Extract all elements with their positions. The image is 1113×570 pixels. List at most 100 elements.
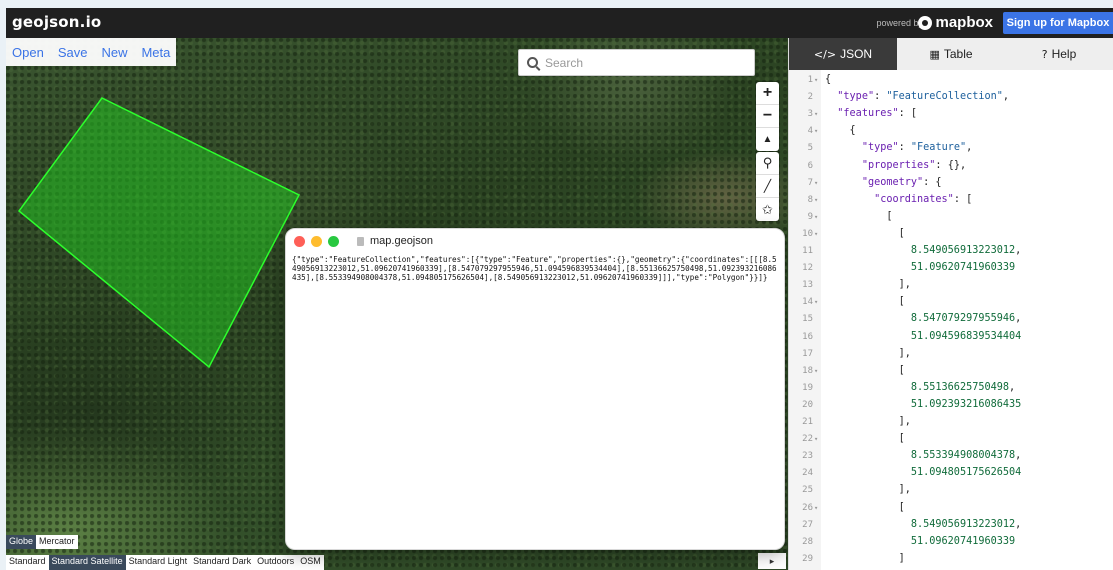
- editor-line[interactable]: 12 51.09620741960339: [789, 260, 1113, 277]
- tab-table[interactable]: ▦ Table: [897, 38, 1005, 70]
- style-osm[interactable]: OSM: [297, 555, 324, 570]
- search-input[interactable]: [545, 55, 735, 70]
- line-number: 18: [802, 365, 813, 376]
- file-content[interactable]: {"type":"FeatureCollection","features":[…: [286, 253, 784, 284]
- style-outdoors[interactable]: Outdoors: [254, 555, 298, 570]
- editor-line[interactable]: 10 ▾ [: [789, 226, 1113, 243]
- editor-line[interactable]: 3 ▾ "features": [: [789, 106, 1113, 123]
- panel-tabs: </> JSON ▦ Table? Help: [789, 38, 1113, 70]
- fold-toggle-icon[interactable]: ▾: [814, 179, 818, 187]
- fold-toggle-icon[interactable]: ▾: [814, 76, 818, 84]
- compass-button[interactable]: ▲: [756, 128, 779, 151]
- editor-line[interactable]: 21 ],: [789, 414, 1113, 431]
- editor-line[interactable]: 20 51.092393216086435: [789, 397, 1113, 414]
- editor-line[interactable]: 29 ]: [789, 551, 1113, 568]
- fold-toggle-icon[interactable]: ▾: [814, 298, 818, 306]
- style-standard[interactable]: Standard: [6, 555, 49, 570]
- line-number: 23: [802, 451, 813, 462]
- line-number: 20: [802, 399, 813, 410]
- menu-meta[interactable]: Meta: [141, 45, 170, 60]
- json-editor[interactable]: 1 ▾{2 "type": "FeatureCollection", 3 ▾ "fea…: [789, 70, 1113, 570]
- fold-toggle-icon[interactable]: ▾: [814, 230, 818, 238]
- line-number: 13: [802, 280, 813, 291]
- editor-line[interactable]: 6 "properties": {},: [789, 158, 1113, 175]
- draw-polygon-button[interactable]: ✩: [756, 198, 779, 221]
- app-logo[interactable]: geojson.io: [12, 13, 101, 31]
- style-standard-dark[interactable]: Standard Dark: [190, 555, 255, 570]
- editor-line[interactable]: 28 51.09620741960339: [789, 534, 1113, 551]
- editor-line[interactable]: 11 8.549056913223012,: [789, 243, 1113, 260]
- editor-line[interactable]: 18 ▾ [: [789, 363, 1113, 380]
- line-number: 24: [802, 468, 813, 479]
- editor-line[interactable]: 14 ▾ [: [789, 294, 1113, 311]
- editor-line[interactable]: 2 "type": "FeatureCollection",: [789, 89, 1113, 106]
- search-box[interactable]: [518, 49, 755, 76]
- zoom-out-button[interactable]: −: [756, 105, 779, 128]
- tab-json[interactable]: </> JSON: [789, 38, 897, 70]
- editor-line[interactable]: 1 ▾ {: [789, 72, 1113, 89]
- style-standard-satellite[interactable]: Standard Satellite: [48, 555, 126, 570]
- fold-toggle-icon[interactable]: ▾: [814, 127, 818, 135]
- mapbox-logo[interactable]: mapbox: [918, 14, 993, 31]
- draw-line-button[interactable]: ╱: [756, 175, 779, 198]
- editor-line[interactable]: 22 ▾ [: [789, 431, 1113, 448]
- menu-new[interactable]: New: [101, 45, 127, 60]
- menu-open[interactable]: Open: [12, 45, 44, 60]
- line-number: 28: [802, 536, 813, 547]
- drawn-polygon[interactable]: [17, 97, 301, 369]
- code-text: [: [825, 433, 905, 445]
- line-number: 15: [802, 314, 813, 325]
- editor-line[interactable]: 16 51.094596839534404: [789, 329, 1113, 346]
- editor-line[interactable]: 17 ],: [789, 346, 1113, 363]
- expand-button[interactable]: ▸: [758, 553, 786, 569]
- draw-point-button[interactable]: ⚲: [756, 152, 779, 175]
- line-number: 29: [802, 553, 813, 564]
- maximize-dot-icon[interactable]: [328, 235, 339, 247]
- editor-line[interactable]: 4 ▾ {: [789, 123, 1113, 140]
- window-title: map.geojson: [370, 235, 433, 247]
- file-menu: Open Save New Meta: [6, 38, 177, 66]
- editor-line[interactable]: 13 ],: [789, 277, 1113, 294]
- fold-toggle-icon[interactable]: ▾: [814, 504, 818, 512]
- projection-globe[interactable]: Globe: [6, 535, 37, 549]
- style-standard-light[interactable]: Standard Light: [125, 555, 191, 570]
- line-number: 1: [807, 75, 813, 85]
- minimize-dot-icon[interactable]: [311, 235, 322, 247]
- zoom-in-button[interactable]: +: [756, 82, 779, 105]
- code-text: {: [825, 74, 832, 85]
- fold-toggle-icon[interactable]: ▾: [814, 196, 818, 204]
- editor-line[interactable]: 8 ▾ "coordinates": [: [789, 192, 1113, 209]
- code-text: 8.549056913223012,: [910, 518, 1022, 530]
- editor-line[interactable]: 9 ▾ [: [789, 209, 1113, 226]
- editor-line[interactable]: 26 ▾ [: [789, 500, 1113, 517]
- code-text: [: [825, 227, 905, 239]
- window-title-bar: map.geojson: [286, 229, 784, 253]
- code-text: 8.553394908004378,: [910, 450, 1022, 462]
- fold-toggle-icon[interactable]: ▾: [814, 213, 818, 221]
- close-dot-icon[interactable]: [294, 235, 305, 247]
- fold-toggle-icon[interactable]: ▾: [814, 110, 818, 118]
- tab-help[interactable]: ? Help: [1005, 38, 1113, 70]
- code-text: "features": [: [837, 108, 918, 120]
- editor-line[interactable]: 27 8.549056913223012,: [789, 517, 1113, 534]
- editor-line[interactable]: 19 8.55136625750498,: [789, 380, 1113, 397]
- editor-line[interactable]: 25 ],: [789, 482, 1113, 499]
- mac-file-window: map.geojson {"type":"FeatureCollection",…: [285, 228, 785, 550]
- editor-line[interactable]: 23 8.553394908004378,: [789, 448, 1113, 465]
- projection-switch: Globe Mercator: [6, 535, 78, 549]
- projection-mercator[interactable]: Mercator: [36, 535, 78, 549]
- fold-toggle-icon[interactable]: ▾: [814, 367, 818, 375]
- editor-line[interactable]: 15 8.547079297955946,: [789, 311, 1113, 328]
- code-text: 51.092393216086435: [910, 398, 1022, 410]
- fold-toggle-icon[interactable]: ▾: [814, 435, 818, 443]
- editor-line[interactable]: 5 "type": "Feature",: [789, 140, 1113, 157]
- signup-button[interactable]: Sign up for Mapbox: [1003, 12, 1113, 34]
- menu-save[interactable]: Save: [58, 45, 88, 60]
- editor-line[interactable]: 7 ▾ "geometry": {: [789, 175, 1113, 192]
- code-text: "properties": {},: [861, 159, 967, 171]
- map-canvas[interactable]: Open Save New Meta + − ▲ ⚲ ╱ ✩ GlobeMercato…: [6, 38, 788, 570]
- line-number: 4: [807, 126, 813, 137]
- code-text: 8.547079297955946,: [910, 313, 1022, 325]
- editor-line[interactable]: 24 51.094805175626504: [789, 465, 1113, 482]
- line-number: 9: [807, 211, 813, 222]
